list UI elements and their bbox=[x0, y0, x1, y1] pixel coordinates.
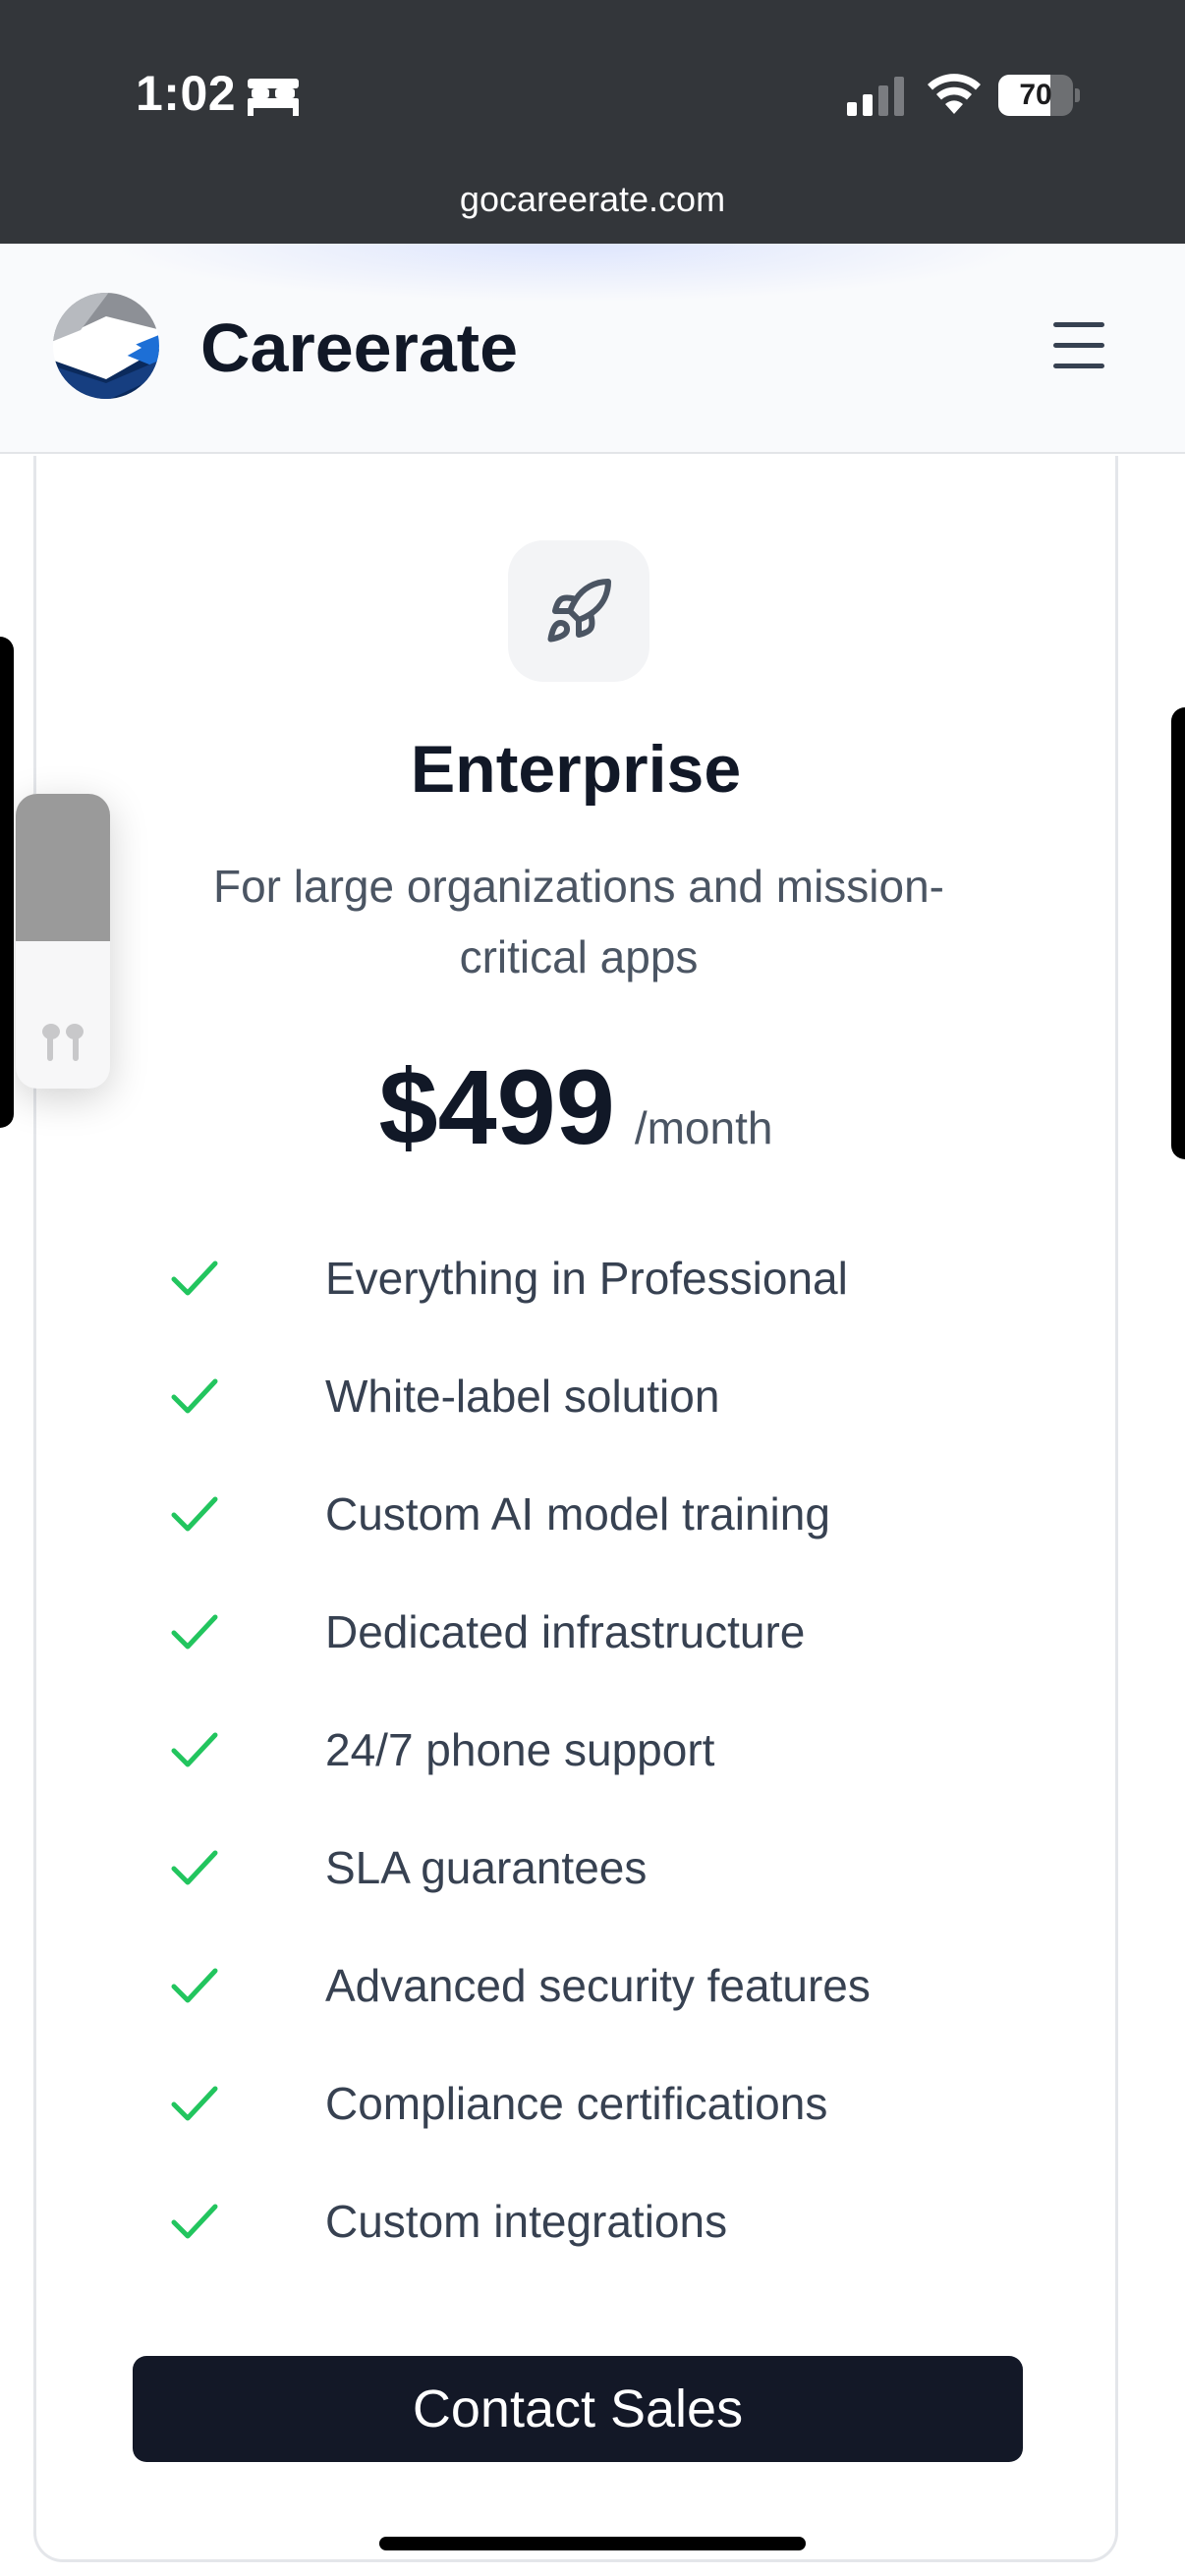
feature-text: Custom integrations bbox=[325, 2196, 728, 2247]
hamburger-menu-icon[interactable] bbox=[1049, 318, 1108, 373]
feature-text: Custom AI model training bbox=[325, 1488, 830, 1540]
contact-sales-button[interactable]: Contact Sales bbox=[133, 2356, 1023, 2462]
feature-item: 24/7 phone support bbox=[135, 1692, 1078, 1810]
feature-item: Advanced security features bbox=[135, 1928, 1078, 2045]
signal-icon bbox=[847, 77, 904, 116]
check-icon bbox=[171, 1732, 218, 1767]
feature-item: Everything in Professional bbox=[135, 1220, 1078, 1338]
rocket-icon bbox=[547, 578, 611, 643]
battery-icon: 70 bbox=[998, 75, 1081, 116]
feature-item: White-label solution bbox=[135, 1338, 1078, 1456]
feature-text: 24/7 phone support bbox=[325, 1724, 715, 1775]
check-icon bbox=[171, 1968, 218, 2003]
site-header: Careerate bbox=[0, 244, 1185, 454]
address-bar-url[interactable]: gocareerate.com bbox=[0, 179, 1185, 220]
bed-icon bbox=[248, 79, 299, 116]
plan-name: Enterprise bbox=[410, 732, 742, 807]
check-icon bbox=[171, 2204, 218, 2239]
battery-percent: 70 bbox=[1019, 79, 1052, 111]
feature-text: Advanced security features bbox=[325, 1960, 871, 2011]
pricing-card-enterprise: Enterprise For large organizations and m… bbox=[33, 456, 1118, 2562]
check-icon bbox=[171, 2086, 218, 2121]
feature-item: Custom integrations bbox=[135, 2163, 1078, 2281]
page: 1:02 70 gocareerate.com Careerate Enterp… bbox=[0, 0, 1185, 2576]
feature-text: Dedicated infrastructure bbox=[325, 1606, 806, 1657]
plan-description: For large organizations and mission-crit… bbox=[212, 861, 945, 982]
right-edge bbox=[1171, 707, 1185, 1159]
volume-level[interactable] bbox=[16, 794, 110, 941]
left-edge bbox=[0, 637, 14, 1128]
check-icon bbox=[171, 1850, 218, 1885]
wifi-icon bbox=[928, 74, 981, 114]
plan-price: $499 bbox=[378, 1047, 615, 1166]
audio-volume-widget[interactable] bbox=[16, 794, 110, 1089]
check-icon bbox=[171, 1496, 218, 1532]
feature-text: White-label solution bbox=[325, 1371, 720, 1422]
feature-text: Everything in Professional bbox=[325, 1253, 848, 1304]
careerate-logo[interactable] bbox=[51, 291, 161, 401]
status-time: 1:02 bbox=[136, 66, 237, 121]
feature-text: SLA guarantees bbox=[325, 1842, 648, 1893]
feature-item: Compliance certifications bbox=[135, 2045, 1078, 2163]
check-icon bbox=[171, 1378, 218, 1414]
feature-text: Compliance certifications bbox=[325, 2078, 828, 2129]
plan-icon-box bbox=[508, 540, 649, 682]
brand-name[interactable]: Careerate bbox=[200, 308, 518, 387]
feature-item: Custom AI model training bbox=[135, 1456, 1078, 1574]
status-bar: 1:02 70 gocareerate.com bbox=[0, 0, 1185, 244]
feature-item: Dedicated infrastructure bbox=[135, 1574, 1078, 1692]
price-period: /month bbox=[634, 1102, 773, 1153]
check-icon bbox=[171, 1614, 218, 1650]
earbuds-icon bbox=[42, 1024, 84, 1061]
price-row: $499/month bbox=[36, 1045, 1115, 1168]
feature-item: SLA guarantees bbox=[135, 1810, 1078, 1928]
check-icon bbox=[171, 1260, 218, 1296]
home-indicator[interactable] bbox=[379, 2537, 806, 2550]
